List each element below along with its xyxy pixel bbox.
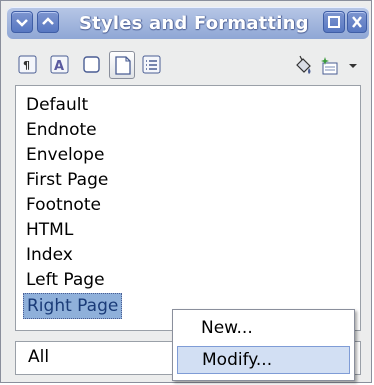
list-item-footnote[interactable]: Footnote <box>26 193 101 217</box>
list-item-html[interactable]: HTML <box>26 218 73 242</box>
shade-button[interactable] <box>37 11 59 33</box>
list-styles-icon <box>142 55 161 74</box>
menu-item-modify[interactable]: Modify... <box>177 346 350 374</box>
dropdown-arrow-icon <box>349 64 357 68</box>
close-button[interactable] <box>347 11 367 33</box>
page-styles-button[interactable] <box>109 51 135 79</box>
frame-styles-icon <box>83 56 100 73</box>
filter-selected-value: All <box>28 347 50 367</box>
arrow-up-icon <box>42 17 54 25</box>
close-icon <box>352 16 362 28</box>
list-item-left-page[interactable]: Left Page <box>26 268 105 292</box>
paragraph-styles-button[interactable]: ¶ <box>15 51 41 79</box>
svg-text:A: A <box>54 59 64 74</box>
list-item-envelope[interactable]: Envelope <box>26 143 104 167</box>
window-menu-button[interactable] <box>11 11 33 33</box>
context-menu: New... Modify... <box>172 309 355 381</box>
character-styles-icon: A <box>50 55 69 74</box>
list-styles-button[interactable] <box>139 51 165 79</box>
window-title: Styles and Formatting <box>79 13 309 34</box>
menu-item-new[interactable]: New... <box>177 314 350 342</box>
styles-list[interactable]: Default Endnote Envelope First Page Foot… <box>15 85 361 331</box>
list-item-right-page[interactable]: Right Page <box>23 293 123 319</box>
maximize-button[interactable] <box>323 11 345 33</box>
list-item-default[interactable]: Default <box>26 93 88 117</box>
character-styles-button[interactable]: A <box>47 51 73 79</box>
paragraph-styles-icon: ¶ <box>18 55 37 74</box>
list-item-index[interactable]: Index <box>26 243 73 267</box>
new-style-from-selection-icon <box>321 57 338 75</box>
title-bar[interactable]: Styles and Formatting <box>7 7 369 39</box>
chevron-down-icon <box>16 19 28 27</box>
svg-text:¶: ¶ <box>23 59 30 72</box>
fill-format-mode-button[interactable] <box>289 51 315 79</box>
frame-styles-button[interactable] <box>79 51 105 79</box>
fill-format-mode-icon <box>296 55 311 74</box>
new-style-from-selection-button[interactable] <box>317 51 343 79</box>
list-item-endnote[interactable]: Endnote <box>26 118 97 142</box>
style-actions-dropdown[interactable] <box>345 51 361 79</box>
maximize-icon <box>328 16 340 28</box>
page-styles-icon <box>115 56 131 75</box>
list-item-first-page[interactable]: First Page <box>26 168 108 192</box>
